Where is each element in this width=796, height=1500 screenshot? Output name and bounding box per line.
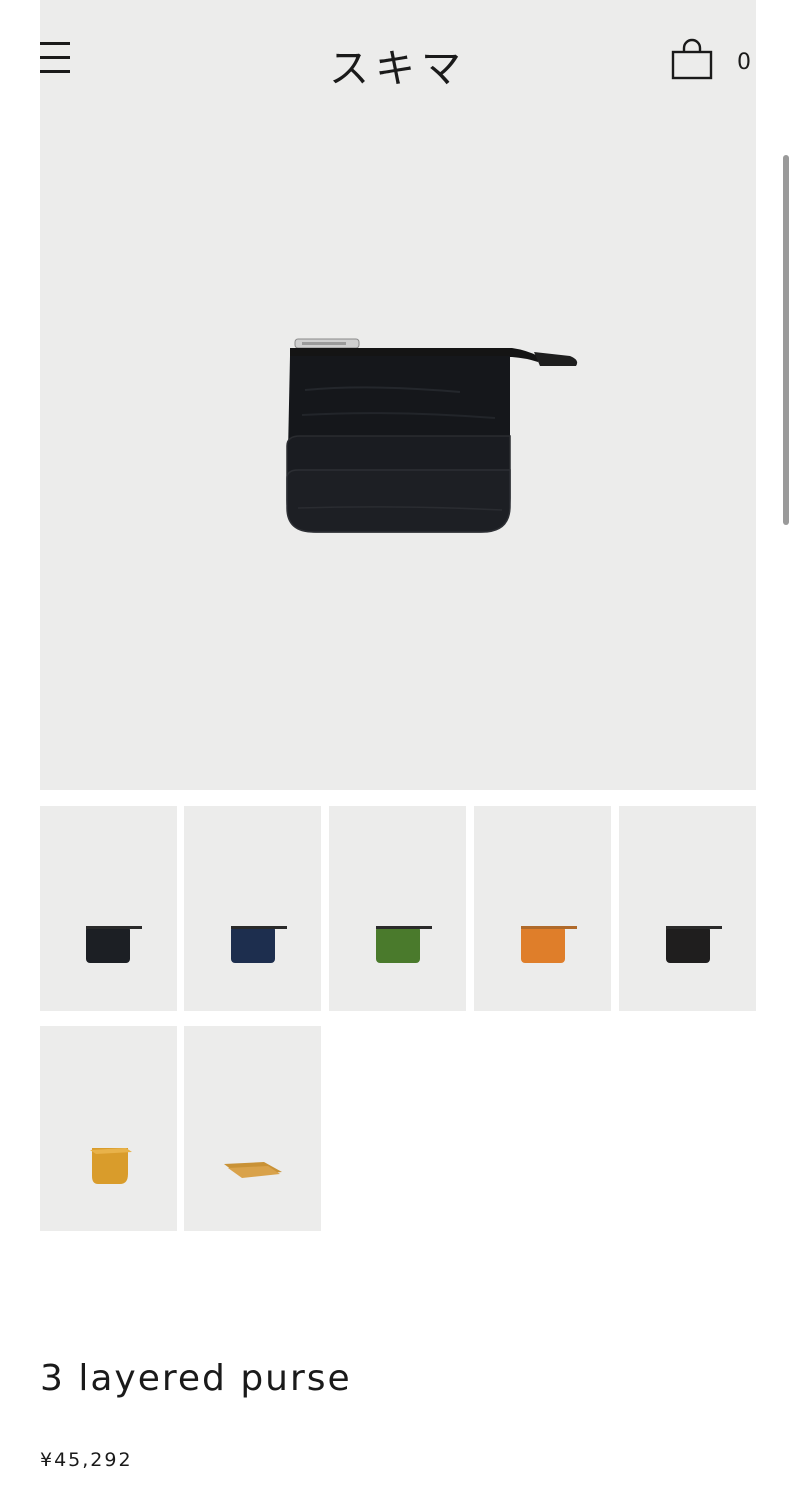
menu-line <box>40 56 70 59</box>
purse-thumb-image <box>86 926 142 963</box>
scrollbar[interactable] <box>783 155 789 525</box>
purse-thumb-image <box>224 1162 282 1178</box>
shopping-bag-icon[interactable] <box>670 38 714 82</box>
product-title: 3 layered purse <box>40 1358 352 1399</box>
thumbnail-yellow-side[interactable] <box>184 1026 321 1231</box>
shopping-bag-icon-svg <box>671 38 713 80</box>
cart-count: 0 <box>737 50 751 75</box>
product-price: ¥45,292 <box>40 1449 133 1471</box>
site-header: スキマ 0 <box>0 0 796 120</box>
thumbnail-green[interactable] <box>329 806 466 1011</box>
purse-thumb-image <box>231 926 287 963</box>
hamburger-menu-icon[interactable] <box>40 42 70 76</box>
menu-line <box>40 70 70 73</box>
site-logo[interactable]: スキマ <box>298 36 498 94</box>
thumbnail-navy[interactable] <box>184 806 321 1011</box>
purse-thumb-image <box>376 926 432 963</box>
thumbnail-dark[interactable] <box>619 806 756 1011</box>
thumbnail-yellow-open[interactable] <box>40 1026 177 1231</box>
thumbnail-orange[interactable] <box>474 806 611 1011</box>
purse-thumb-image <box>521 926 577 963</box>
purse-thumb-image <box>666 926 722 963</box>
purse-thumb-image <box>90 1148 132 1184</box>
thumbnail-black[interactable] <box>40 806 177 1011</box>
menu-line <box>40 42 70 45</box>
